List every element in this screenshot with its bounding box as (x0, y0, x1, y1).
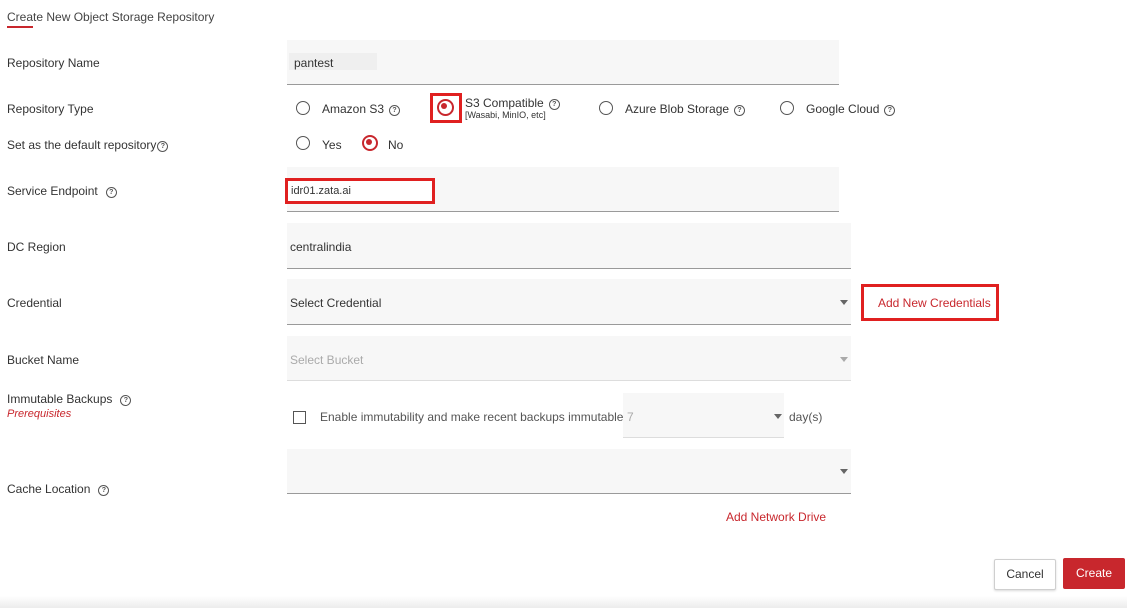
radio-default-no[interactable] (362, 135, 378, 151)
radio-azure-blob[interactable] (599, 101, 613, 115)
bucket-name-label: Bucket Name (7, 353, 80, 367)
radio-amazon-s3[interactable] (296, 101, 310, 115)
immutable-days-select[interactable] (623, 393, 784, 438)
dc-region-label: DC Region (7, 240, 66, 254)
question-circle-icon: ? (548, 99, 560, 110)
title-underline (7, 26, 33, 28)
question-circle-icon: ? (98, 485, 110, 496)
radio-default-yes-label: Yes (322, 138, 342, 152)
repository-type-label: Repository Type (7, 102, 94, 116)
prerequisites-link[interactable]: Prerequisites (7, 408, 71, 420)
radio-google-cloud-label: Google Cloud? (806, 102, 896, 116)
dc-region-value: centralindia (290, 240, 352, 254)
question-circle-icon: ? (884, 105, 896, 116)
page-title: Create New Object Storage Repository (7, 10, 215, 24)
question-circle-icon: ? (734, 105, 746, 116)
question-circle-icon: ? (389, 105, 401, 116)
bottom-shadow (0, 596, 1127, 608)
radio-s3-compatible[interactable] (437, 99, 454, 116)
caret-down-icon (774, 414, 782, 419)
caret-down-icon (840, 357, 848, 362)
cache-location-select[interactable] (287, 449, 851, 494)
radio-default-yes[interactable] (296, 136, 310, 150)
days-unit-label: day(s) (789, 410, 823, 424)
bucket-name-placeholder: Select Bucket (290, 353, 364, 367)
radio-s3-compatible-label: S3 Compatible? (465, 96, 560, 110)
add-network-drive-link[interactable]: Add Network Drive (726, 510, 826, 524)
service-endpoint-value: idr01.zata.ai (291, 185, 351, 197)
immutable-days-value: 7 (627, 410, 634, 424)
question-circle-icon: ? (120, 395, 132, 406)
cancel-button[interactable]: Cancel (994, 559, 1056, 590)
radio-google-cloud[interactable] (780, 101, 794, 115)
create-button[interactable]: Create (1063, 558, 1125, 589)
radio-s3-compatible-sub: [Wasabi, MinIO, etc] (465, 110, 546, 120)
add-new-credentials-link[interactable]: Add New Credentials (878, 296, 991, 310)
radio-azure-blob-label: Azure Blob Storage? (625, 102, 746, 116)
repository-name-label: Repository Name (7, 56, 100, 70)
caret-down-icon (840, 469, 848, 474)
dc-region-field[interactable] (287, 223, 851, 269)
credential-value: Select Credential (290, 296, 382, 310)
cache-location-label: Cache Location? (7, 482, 110, 496)
service-endpoint-label: Service Endpoint? (7, 184, 117, 198)
caret-down-icon (840, 300, 848, 305)
immutability-checkbox-label: Enable immutability and make recent back… (320, 410, 641, 424)
repository-name-value: pantest (294, 56, 334, 70)
radio-default-no-label: No (388, 138, 404, 152)
immutable-backups-label: Immutable Backups? (7, 392, 132, 406)
bucket-name-select[interactable] (287, 336, 851, 381)
radio-amazon-s3-label: Amazon S3? (322, 102, 401, 116)
immutability-checkbox[interactable] (293, 411, 306, 424)
credential-label: Credential (7, 296, 62, 310)
question-circle-icon: ? (157, 141, 169, 152)
question-circle-icon: ? (105, 187, 117, 198)
default-repository-label: Set as the default repository? (7, 138, 169, 152)
